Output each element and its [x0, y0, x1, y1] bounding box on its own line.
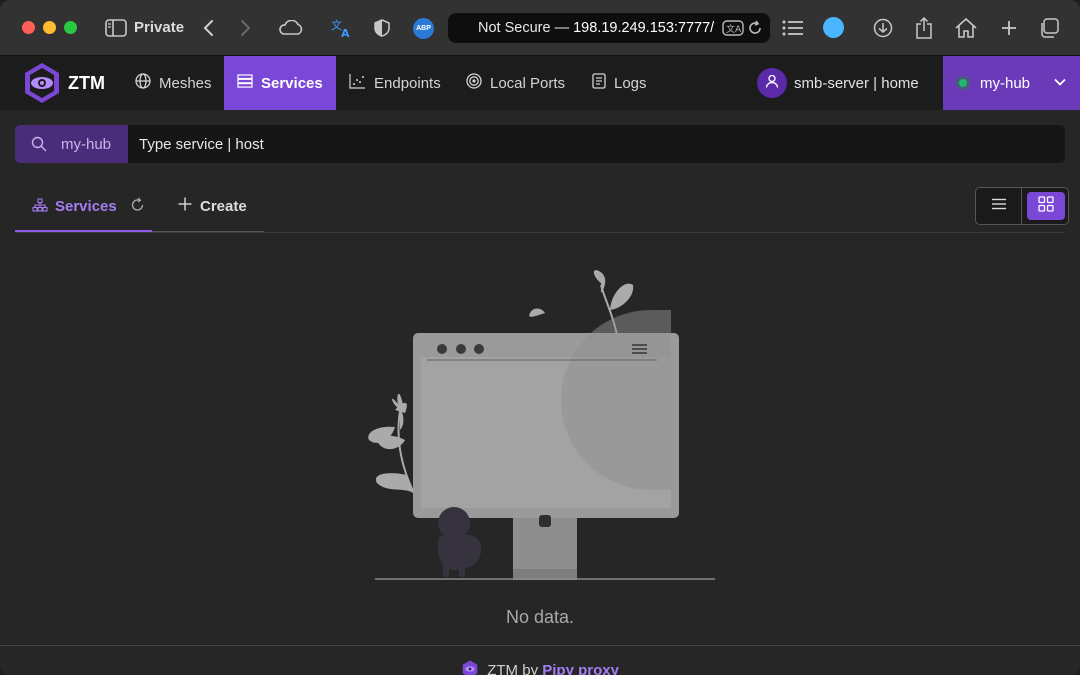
- url-text: Not Secure — 198.19.249.153:7777/: [478, 20, 726, 36]
- search-bar: my-hub: [15, 125, 1065, 163]
- empty-state-illustration: [355, 265, 725, 585]
- nav-services[interactable]: Services: [224, 56, 336, 110]
- reader-translate-icon[interactable]: 文A: [722, 19, 744, 42]
- new-tab-icon[interactable]: [998, 14, 1020, 42]
- list-icon[interactable]: [781, 14, 805, 42]
- extension-icon[interactable]: [823, 17, 844, 38]
- search-icon: [31, 136, 47, 157]
- nav-endpoints[interactable]: Endpoints: [337, 56, 453, 110]
- server-icon: [237, 74, 253, 92]
- status-dot-icon: [955, 75, 971, 96]
- globe-icon: [135, 73, 151, 93]
- close-window-button[interactable]: [22, 21, 35, 34]
- log-file-icon: [592, 73, 606, 93]
- footer-brand-link[interactable]: Pipy proxy: [542, 662, 619, 675]
- tab-services[interactable]: Services: [32, 197, 145, 216]
- nav-services-label: Services: [261, 74, 323, 92]
- tab-services-label: Services: [55, 198, 117, 215]
- user-label[interactable]: smb-server | home: [794, 75, 919, 92]
- search-prefix: my-hub: [15, 125, 128, 163]
- network-icon: [32, 197, 48, 216]
- hub-selector[interactable]: my-hub: [943, 56, 1080, 110]
- url-security-label: Not Secure —: [478, 20, 574, 36]
- grid-view-icon: [1038, 195, 1054, 217]
- zoom-window-button[interactable]: [64, 21, 77, 34]
- svg-text:A: A: [341, 27, 350, 38]
- address-bar[interactable]: Not Secure — 198.19.249.153:7777/ 文A: [448, 13, 770, 43]
- nav-endpoints-label: Endpoints: [374, 74, 441, 92]
- hub-selector-label: my-hub: [980, 75, 1031, 92]
- ztm-logo-icon: [22, 62, 62, 104]
- nav-local-ports-label: Local Ports: [490, 74, 566, 92]
- share-icon[interactable]: [913, 14, 935, 42]
- minimize-window-button[interactable]: [43, 21, 56, 34]
- target-icon: [466, 73, 482, 93]
- tab-divider: [15, 232, 1065, 233]
- browser-window: Private 文A ABP Not Secure — 198.19.249.1…: [0, 0, 1080, 675]
- tab-divider-light: [151, 231, 264, 232]
- tab-create-label: Create: [200, 197, 247, 215]
- tab-bar: Services Create: [15, 186, 1065, 233]
- logo-text: ZTM: [68, 73, 105, 93]
- tabs-overview-icon[interactable]: [1038, 14, 1060, 42]
- shield-icon[interactable]: [372, 14, 392, 42]
- home-icon[interactable]: [954, 14, 978, 42]
- back-icon[interactable]: [198, 14, 218, 42]
- footer-divider: [0, 645, 1080, 646]
- empty-state-message: No data.: [505, 607, 575, 627]
- browser-toolbar: Private 文A ABP Not Secure — 198.19.249.1…: [0, 0, 1080, 56]
- abp-icon[interactable]: ABP: [413, 18, 434, 39]
- nav-local-ports[interactable]: Local Ports: [454, 56, 577, 110]
- abp-label: ABP: [416, 25, 431, 32]
- list-view-button[interactable]: [976, 188, 1022, 224]
- search-input[interactable]: [128, 125, 1065, 163]
- tab-create[interactable]: Create: [178, 197, 247, 215]
- search-prefix-label: my-hub: [61, 136, 112, 153]
- download-icon[interactable]: [872, 14, 894, 42]
- svg-text:文A: 文A: [726, 23, 742, 35]
- user-icon: [765, 74, 779, 93]
- private-label: Private: [134, 19, 185, 36]
- nav-meshes[interactable]: Meshes: [123, 56, 224, 110]
- app-navbar: ZTM Meshes Services Endpoints Local Port…: [0, 56, 1080, 110]
- sidebar-icon[interactable]: [104, 14, 128, 42]
- icloud-icon[interactable]: [277, 14, 305, 42]
- plus-icon: [178, 197, 192, 215]
- translate-icon[interactable]: 文A: [330, 14, 354, 42]
- scatter-chart-icon: [349, 73, 366, 93]
- view-toggle: [975, 187, 1069, 225]
- grid-view-button[interactable]: [1027, 192, 1065, 220]
- url-host: 198.19.249.153:7777/: [573, 20, 715, 36]
- nav-logs-label: Logs: [614, 74, 647, 92]
- nav-logs[interactable]: Logs: [580, 56, 659, 110]
- list-view-icon: [991, 197, 1007, 215]
- ztm-footer-logo-icon: [461, 660, 479, 675]
- footer: ZTM by Pipy proxy: [0, 660, 1080, 675]
- user-avatar[interactable]: [757, 68, 787, 98]
- nav-meshes-label: Meshes: [159, 74, 212, 92]
- refresh-icon[interactable]: [130, 197, 145, 216]
- reload-icon[interactable]: [747, 20, 763, 41]
- forward-icon[interactable]: [236, 14, 256, 42]
- tab-active-indicator: [15, 230, 152, 232]
- chevron-down-icon: [1053, 75, 1067, 94]
- footer-prefix: ZTM by: [487, 662, 543, 675]
